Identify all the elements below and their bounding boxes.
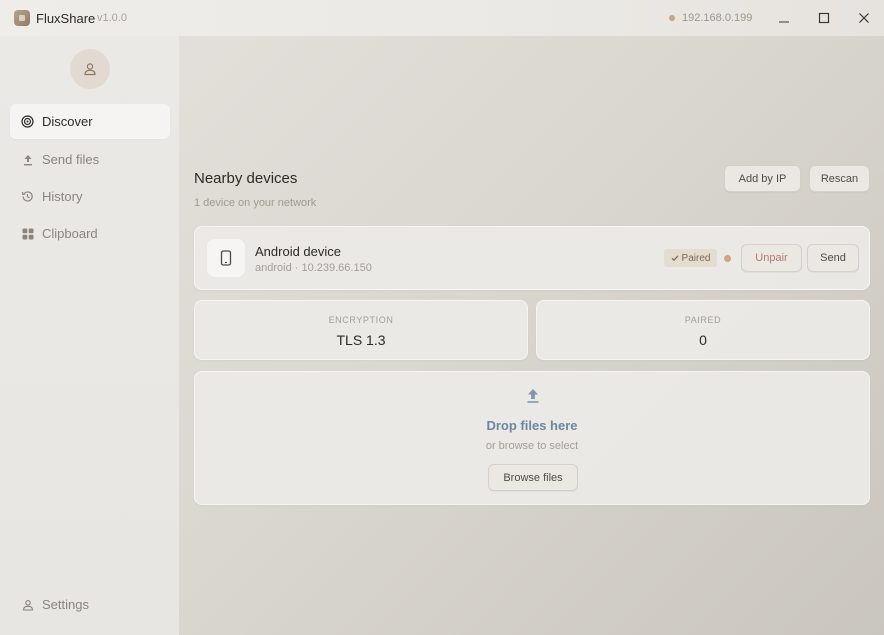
browse-files-button[interactable]: Browse files — [488, 464, 578, 491]
check-icon — [671, 255, 678, 262]
device-meta: android · 10.239.66.150 — [255, 262, 372, 274]
connection-status-dot — [724, 255, 731, 262]
device-count: 1 device on your network — [194, 197, 317, 209]
avatar[interactable] — [70, 49, 110, 89]
maximize-button[interactable] — [811, 6, 837, 30]
add-by-ip-button[interactable]: Add by IP — [724, 165, 801, 192]
stat-value: 0 — [699, 332, 707, 348]
sidebar-item-label: Send files — [42, 152, 100, 167]
status-badge: Paired — [664, 249, 717, 267]
sidebar-item-clipboard[interactable]: Clipboard — [10, 216, 170, 251]
app-logo-icon — [14, 10, 30, 26]
unpair-button[interactable]: Unpair — [741, 244, 802, 272]
badge-label: Paired — [681, 252, 711, 264]
device-name: Android device — [255, 244, 341, 259]
minimize-button[interactable] — [771, 6, 797, 30]
sidebar-item-label: Settings — [42, 597, 89, 612]
sidebar-item-discover[interactable]: Discover — [10, 104, 170, 139]
device-icon-box — [207, 239, 245, 277]
user-settings-icon — [21, 598, 34, 611]
phone-icon — [220, 250, 232, 266]
sidebar-item-history[interactable]: History — [10, 179, 170, 214]
stat-value: TLS 1.3 — [336, 332, 386, 348]
sidebar-item-label: Discover — [42, 114, 93, 129]
close-icon — [859, 13, 869, 23]
close-button[interactable] — [851, 6, 877, 30]
maximize-icon — [818, 12, 830, 24]
history-icon — [21, 190, 34, 203]
stat-label: PAIRED — [684, 315, 722, 325]
title-bar: FluxShare v1.0.0 192.168.0.199 — [0, 0, 884, 36]
rescan-button[interactable]: Rescan — [809, 165, 870, 192]
minimize-icon — [779, 21, 789, 23]
sidebar-item-label: History — [42, 189, 83, 204]
sidebar: Discover Send files History Clipboard Se — [0, 36, 179, 635]
ip-address: 192.168.0.199 — [682, 12, 753, 24]
sidebar-item-label: Clipboard — [42, 226, 98, 241]
drop-zone-title: Drop files here — [486, 418, 578, 433]
file-drop-zone[interactable]: Drop files here or browse to select Brow… — [194, 371, 870, 505]
network-status-dot — [669, 15, 675, 21]
grid-icon — [21, 227, 34, 240]
page-title: Nearby devices — [194, 170, 298, 187]
sidebar-item-send-files[interactable]: Send files — [10, 142, 170, 177]
upload-icon — [21, 153, 34, 166]
paired-stat-card: PAIRED 0 — [536, 300, 870, 360]
radar-icon — [21, 115, 34, 128]
upload-icon — [525, 387, 541, 405]
encryption-stat-card: ENCRYPTION TLS 1.3 — [194, 300, 528, 360]
send-button[interactable]: Send — [807, 244, 859, 272]
app-name: FluxShare — [36, 11, 96, 26]
user-icon — [84, 63, 96, 76]
drop-zone-subtitle: or browse to select — [485, 440, 579, 452]
device-card[interactable]: Android device android · 10.239.66.150 P… — [194, 226, 870, 290]
app-window: FluxShare v1.0.0 192.168.0.199 Discover — [0, 0, 884, 635]
stat-label: ENCRYPTION — [328, 315, 394, 325]
app-version: v1.0.0 — [97, 12, 127, 24]
sidebar-item-settings[interactable]: Settings — [10, 588, 170, 620]
